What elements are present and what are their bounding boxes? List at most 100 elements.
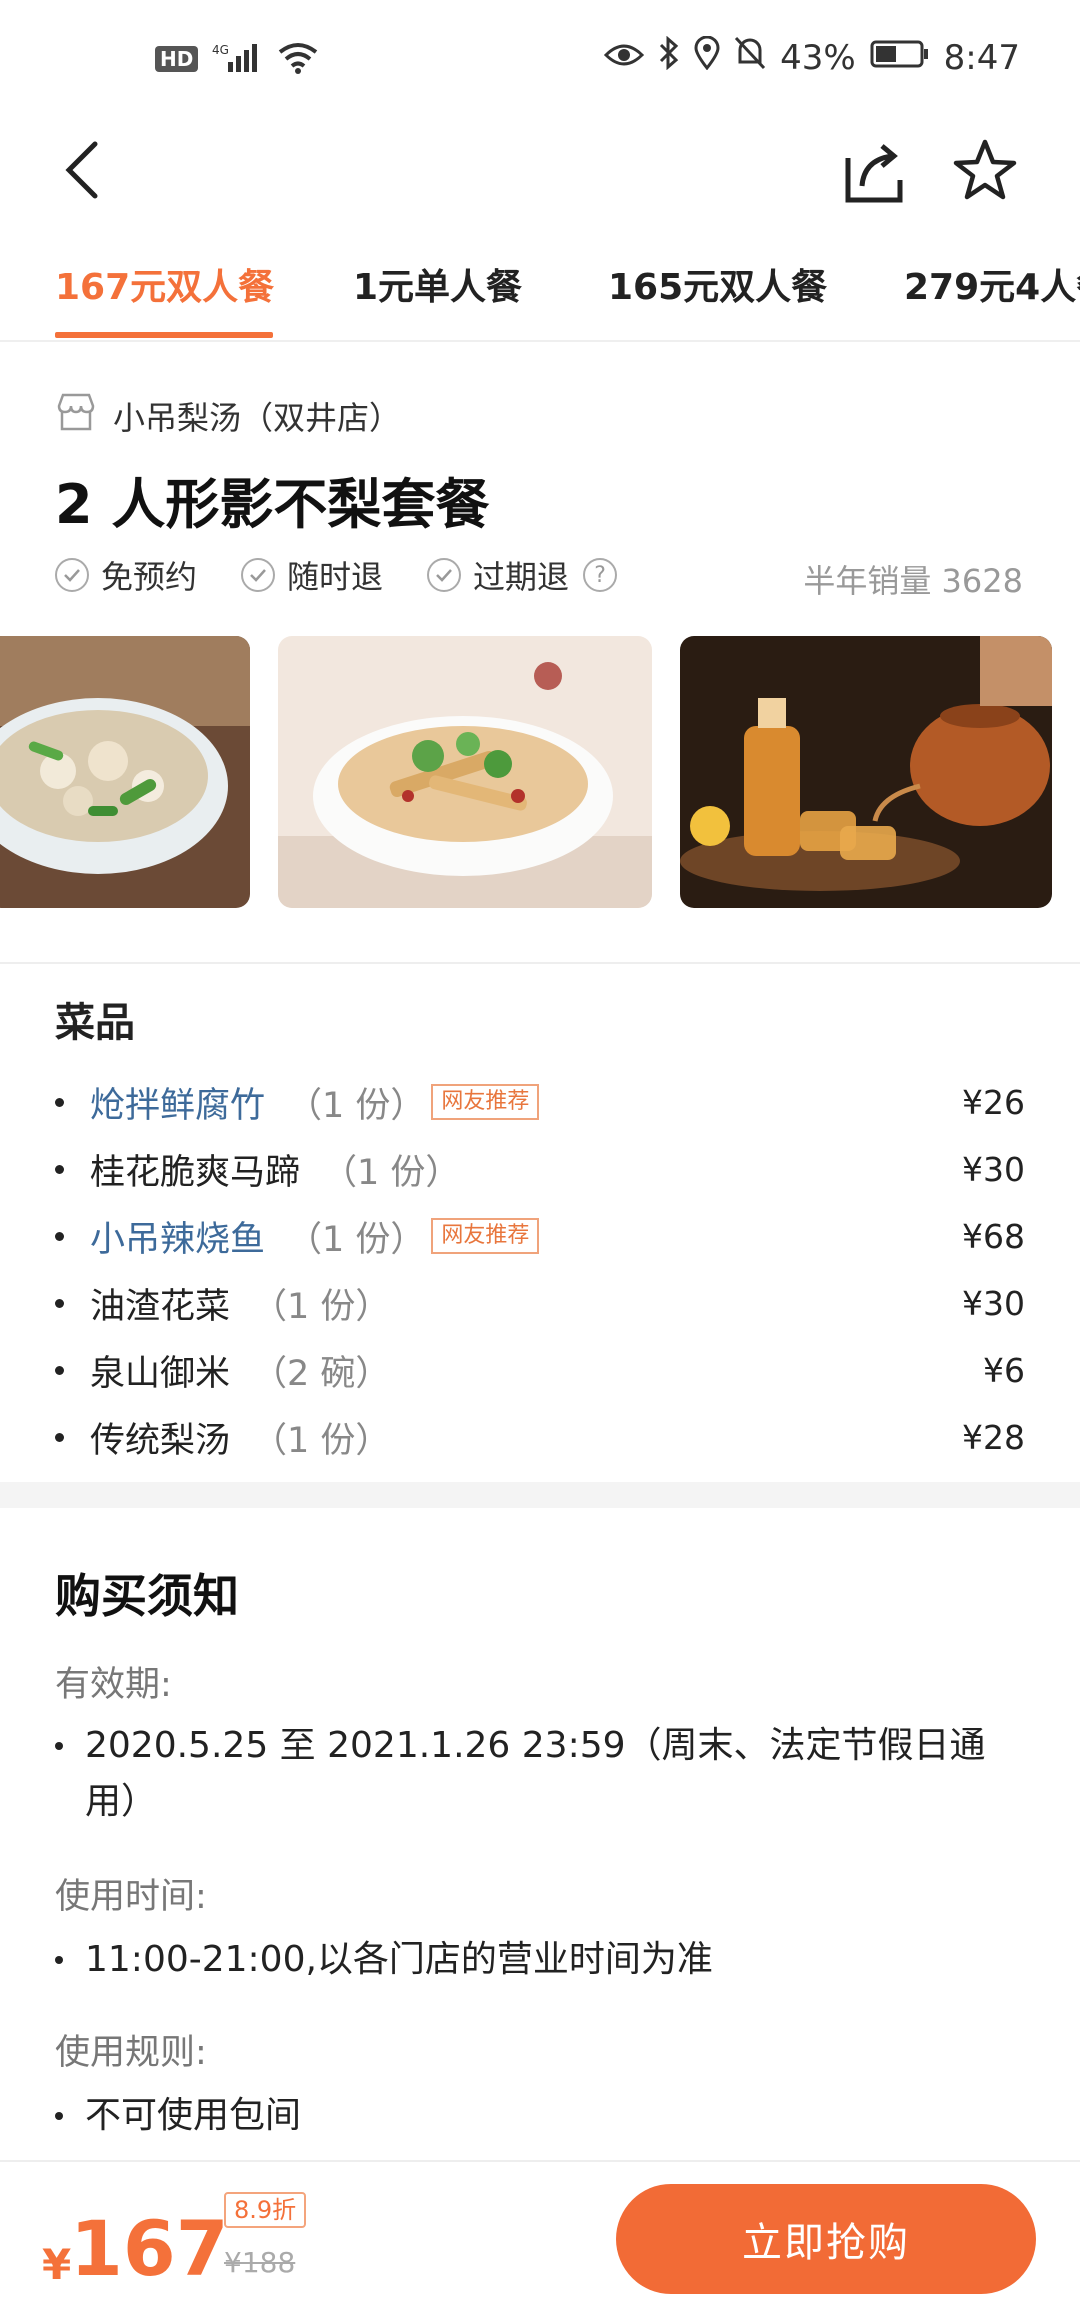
check-icon [241, 558, 276, 592]
dish-item[interactable]: 炝拌鲜腐竹 （1 份） 网友推荐 ¥26 [55, 1072, 1025, 1132]
dish-name: 传统梨汤 [90, 1420, 231, 1461]
dish-item: 泉山御米 （2 碗） ¥6 [55, 1340, 1025, 1400]
service-badges: 免预约 随时退 过期退 ? [55, 552, 618, 598]
mute-bell-icon [734, 36, 766, 79]
back-arrow-icon [65, 141, 98, 199]
deal-title: 2 人形影不梨套餐 [55, 473, 490, 536]
badge-refund-anytime: 随时退 [241, 552, 383, 598]
dish-price: ¥30 [962, 1283, 1025, 1323]
bullet [55, 1742, 63, 1750]
dish-name: 油渣花菜 [90, 1286, 231, 1327]
validity-line: 用） [85, 1781, 158, 1822]
tab-package-4[interactable]: 279元4人餐 [904, 258, 1080, 310]
usage-time-text: 11:00-21:00,以各门店的营业时间为准 [85, 1939, 713, 1980]
dish-quantity: （1 份） [322, 1152, 461, 1193]
dish-price: ¥6 [983, 1350, 1025, 1390]
dish-name: 泉山御米 [90, 1353, 231, 1394]
dish-price: ¥68 [962, 1216, 1025, 1256]
clock: 8:47 [943, 37, 1020, 78]
dish-price: ¥28 [962, 1417, 1025, 1457]
bullet [55, 1432, 64, 1442]
bullet [55, 1956, 63, 1964]
store-icon [55, 392, 97, 440]
recommend-tag: 网友推荐 [431, 1084, 540, 1120]
bullet [55, 1231, 64, 1241]
photo-gallery[interactable] [0, 636, 1080, 908]
top-nav [0, 110, 1080, 240]
buy-now-button[interactable]: 立即抢购 [616, 2184, 1036, 2294]
usage-time-value: 11:00-21:00,以各门店的营业时间为准 [55, 1932, 1025, 1988]
dish-photo-tofu-skin[interactable] [278, 636, 652, 908]
share-button[interactable] [838, 130, 908, 210]
dish-item: 桂花脆爽马蹄 （1 份） ¥30 [55, 1139, 1025, 1199]
dish-name[interactable]: 炝拌鲜腐竹 [90, 1077, 265, 1128]
wifi-icon [276, 40, 320, 78]
bullet [55, 1298, 64, 1308]
badge-no-reservation: 免预约 [55, 552, 197, 598]
drink-photo-pear-soup[interactable] [680, 636, 1052, 908]
status-right: 43% 8:47 [603, 35, 1020, 79]
signal-icon: 4G [212, 40, 262, 78]
shop-name: 小吊梨汤（双井店） [113, 399, 402, 437]
location-icon [694, 35, 720, 79]
back-button[interactable] [55, 130, 115, 210]
bluetooth-icon [658, 35, 680, 79]
tab-package-1[interactable]: 167元双人餐 [55, 258, 274, 310]
shop-row[interactable]: 小吊梨汤（双井店） [55, 392, 401, 440]
validity-text: 2020.5.25 至 2021.1.26 23:59（周末、法定节假日通 用） [85, 1718, 986, 1830]
tab-package-2[interactable]: 1元单人餐 [353, 258, 522, 310]
bullet [55, 1365, 64, 1375]
bullet [55, 1097, 64, 1107]
dish-quantity: （1 份） [287, 1085, 426, 1126]
check-icon [427, 558, 462, 592]
currency-symbol: ¥ [42, 2240, 72, 2289]
recommend-tag: 网友推荐 [431, 1218, 540, 1254]
dish-item[interactable]: 小吊辣烧鱼 （1 份） 网友推荐 ¥68 [55, 1206, 1025, 1266]
usage-rules-text: 不可使用包间 [85, 2095, 302, 2136]
validity-label: 有效期: [55, 1665, 172, 1705]
dish-quantity: （1 份） [252, 1420, 391, 1461]
usage-time-label: 使用时间: [55, 1877, 207, 1917]
eye-icon [603, 38, 645, 78]
battery-icon [870, 38, 930, 78]
bullet [55, 1164, 64, 1174]
dish-name: 桂花脆爽马蹄 [90, 1152, 301, 1193]
hd-badge: HD [155, 46, 199, 72]
dish-photo-cauliflower[interactable] [0, 636, 250, 908]
badge-label: 过期退 [473, 558, 570, 596]
bullet [55, 2112, 63, 2120]
package-tabs: 167元双人餐 1元单人餐 165元双人餐 279元4人餐 [0, 250, 1080, 342]
notice-section-title: 购买须知 [55, 1569, 239, 1623]
validity-value: 2020.5.25 至 2021.1.26 23:59（周末、法定节假日通 用） [55, 1718, 1025, 1830]
usage-rules-label: 使用规则: [55, 2033, 207, 2073]
dishes-section-title: 菜品 [55, 1000, 135, 1046]
badge-expired-refund: 过期退 [427, 552, 569, 598]
dish-name[interactable]: 小吊辣烧鱼 [90, 1211, 265, 1262]
star-icon [953, 139, 1017, 200]
battery-percent: 43% [780, 37, 856, 78]
help-icon[interactable]: ? [583, 558, 618, 592]
dish-item: 传统梨汤 （1 份） ¥28 [55, 1407, 1025, 1467]
favorite-button[interactable] [950, 130, 1020, 210]
dish-price: ¥30 [962, 1149, 1025, 1189]
purchase-bar: ¥ 167 8.9折 ¥188 立即抢购 [0, 2160, 1080, 2310]
status-bar: HD 4G 43% 8:47 [0, 0, 1080, 110]
usage-rules-value: 不可使用包间 [55, 2088, 1025, 2144]
tab-underline [55, 332, 273, 338]
discount-badge: 8.9折 [224, 2192, 307, 2228]
badge-label: 随时退 [287, 558, 384, 596]
original-price: ¥188 [224, 2246, 296, 2279]
signal-label: 4G [212, 43, 229, 57]
tab-package-3[interactable]: 165元双人餐 [608, 258, 827, 310]
dish-quantity: （1 份） [287, 1219, 426, 1260]
share-icon [845, 144, 903, 203]
section-separator [0, 1482, 1080, 1508]
section-divider [0, 962, 1080, 964]
validity-line: 2020.5.25 至 2021.1.26 23:59（周末、法定节假日通 [85, 1725, 986, 1766]
deal-price: 167 [70, 2204, 229, 2293]
badge-label: 免预约 [101, 558, 198, 596]
status-left: HD 4G [155, 40, 320, 78]
sales-count: 半年销量 3628 [803, 562, 1023, 600]
check-icon [55, 558, 89, 592]
dish-price: ¥26 [962, 1082, 1025, 1122]
